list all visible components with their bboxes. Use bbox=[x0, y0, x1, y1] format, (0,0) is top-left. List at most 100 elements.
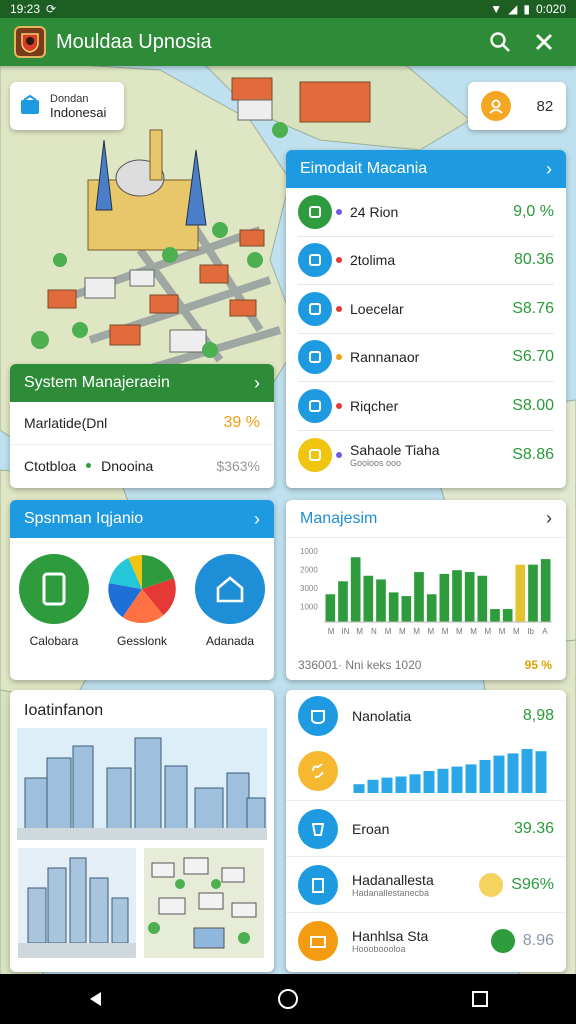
chart-bar bbox=[426, 594, 437, 622]
x-tick-label: Ib bbox=[527, 627, 534, 636]
neighborhood-illustration bbox=[144, 848, 264, 958]
y-tick-label: 3000 bbox=[300, 584, 318, 593]
chart-bar bbox=[376, 579, 386, 622]
location-chip[interactable]: Dondan Indonesai bbox=[10, 82, 124, 130]
chart-bar bbox=[439, 573, 450, 622]
x-tick-label: IN bbox=[341, 627, 349, 636]
list-item[interactable]: Loecelar S8.76 bbox=[298, 285, 554, 334]
stats-header-row[interactable]: Nanolatia 8,98 bbox=[286, 690, 566, 742]
location-line2: Indonesai bbox=[50, 105, 107, 120]
navigation-bar bbox=[0, 974, 576, 1024]
mini-bar bbox=[451, 766, 463, 793]
x-tick-label: M bbox=[413, 627, 420, 636]
buildings-card-title: Ioatinfanon bbox=[24, 702, 104, 719]
mini-bar bbox=[493, 755, 505, 793]
list-item-title: Rannanaor bbox=[350, 349, 420, 366]
icons-card-title: Spsnman Iqjanio bbox=[24, 510, 144, 527]
chart-bar bbox=[338, 581, 348, 622]
icons-card-header[interactable]: Spsnman Iqjanio › bbox=[10, 500, 274, 538]
status-dot bbox=[336, 451, 342, 458]
mini-bar bbox=[367, 779, 379, 793]
mini-bar bbox=[465, 764, 477, 793]
stats-row-sub: Hadanallestanecba bbox=[352, 887, 430, 898]
list-item-title: 2tolima bbox=[350, 252, 396, 269]
user-chip[interactable]: 82 bbox=[468, 82, 566, 130]
stats-row-label: Hadanallesta Hadanallestanecba bbox=[352, 872, 479, 898]
mini-bar bbox=[479, 760, 491, 793]
buildings-card[interactable]: Ioatinfanon bbox=[10, 690, 274, 972]
status-dot bbox=[336, 305, 342, 312]
list-item[interactable]: Riqcher S8.00 bbox=[298, 382, 554, 431]
list-card-header[interactable]: Eimodait Macania › bbox=[286, 150, 566, 188]
building-icon bbox=[298, 864, 338, 905]
y-tick-label: 1000 bbox=[300, 547, 318, 556]
shortcut-house[interactable]: Adanada bbox=[195, 554, 265, 648]
chart-bar bbox=[414, 572, 424, 622]
chart-footer-pct: 95 % bbox=[524, 658, 552, 672]
close-button[interactable] bbox=[526, 24, 562, 60]
recents-icon bbox=[472, 991, 488, 1007]
mini-bar bbox=[395, 776, 407, 793]
list-item-sub: Gooloos ooo bbox=[350, 457, 402, 468]
list-item-label: 2tolima bbox=[350, 252, 514, 268]
system-row[interactable]: Marlatide(Dnl 39 % bbox=[10, 402, 274, 444]
search-button[interactable] bbox=[482, 24, 518, 60]
stats-header-value: 8,98 bbox=[522, 707, 554, 724]
crest-logo-icon bbox=[14, 26, 46, 58]
stats-row-title: Hadanallesta bbox=[352, 871, 434, 888]
chart-bar bbox=[325, 594, 336, 622]
list-item-value: S8.76 bbox=[512, 299, 554, 317]
phone-icon bbox=[42, 572, 66, 606]
list-item[interactable]: 24 Rion 9,0 % bbox=[298, 188, 554, 237]
close-icon bbox=[536, 34, 552, 50]
list-item[interactable]: 2tolima 80.36 bbox=[298, 237, 554, 285]
app-title: Mouldaa Upnosia bbox=[56, 30, 212, 53]
chart-card-header[interactable]: Manajesim › bbox=[286, 500, 566, 538]
chart-bar bbox=[540, 559, 551, 622]
stats-row-title: Hanhlsa Sta bbox=[352, 927, 429, 944]
status-dot bbox=[86, 463, 92, 468]
list-card-title: Eimodait Macania bbox=[300, 160, 428, 177]
shortcut-phone[interactable]: Calobara bbox=[19, 554, 89, 648]
chart-bar bbox=[490, 609, 500, 622]
stats-row[interactable]: Hadanallesta Hadanallestanecba S96% bbox=[286, 856, 566, 912]
status-time: 19:23 bbox=[10, 2, 41, 16]
status-bar: 19:23 ⟳ ▼ ◢ ▮ 0:020 bbox=[0, 0, 576, 18]
chart-icon bbox=[298, 340, 332, 375]
chevron-right-icon: › bbox=[254, 508, 260, 529]
status-dot bbox=[479, 872, 504, 897]
stats-row-label: Hanhlsa Sta Hoooboooloa bbox=[352, 928, 491, 954]
list-item[interactable]: Rannanaor S6.70 bbox=[298, 334, 554, 382]
system-row[interactable]: Ctotbloa Dnooina $363% bbox=[10, 444, 274, 486]
x-tick-label: N bbox=[371, 627, 377, 636]
list-item[interactable]: Sahaole Tiaha Gooloos ooo S8.86 bbox=[298, 431, 554, 480]
stats-row[interactable]: Hanhlsa Sta Hoooboooloa 8.96 bbox=[286, 912, 566, 968]
chart-card-title: Manajesim bbox=[300, 509, 378, 527]
stats-row[interactable]: Eroan 39.36 bbox=[286, 800, 566, 856]
chart-bar bbox=[363, 575, 374, 622]
stats-row-value: S96% bbox=[511, 875, 554, 893]
x-tick-label: M bbox=[513, 627, 520, 636]
list-item-value: S8.00 bbox=[512, 396, 554, 414]
x-tick-label: M bbox=[385, 627, 392, 636]
x-tick-label: A bbox=[542, 627, 548, 636]
list-item-value: 9,0 % bbox=[513, 202, 554, 220]
stats-header-label: Nanolatia bbox=[352, 708, 412, 724]
gift-icon bbox=[298, 194, 332, 229]
battery-icon: ▮ bbox=[523, 2, 530, 16]
pie-chart-icon bbox=[108, 554, 176, 624]
system-card-header[interactable]: System Manajeraein › bbox=[10, 364, 274, 402]
chart-bar bbox=[464, 572, 475, 622]
list-item-title: Riqcher bbox=[350, 397, 399, 414]
x-tick-label: M bbox=[456, 627, 463, 636]
sync-icon: ⟳ bbox=[46, 2, 57, 16]
stats-mini-chart-row bbox=[286, 742, 566, 800]
system-row-label: Marlatide(Dnl bbox=[24, 415, 108, 431]
list-item-title: Loecelar bbox=[350, 300, 404, 317]
recents-button[interactable] bbox=[455, 974, 505, 1024]
home-button[interactable] bbox=[263, 974, 313, 1024]
back-button[interactable] bbox=[71, 974, 121, 1024]
document-icon bbox=[298, 388, 332, 423]
shortcut-pie[interactable]: Gesslonk bbox=[107, 554, 177, 648]
x-tick-label: M bbox=[428, 627, 435, 636]
